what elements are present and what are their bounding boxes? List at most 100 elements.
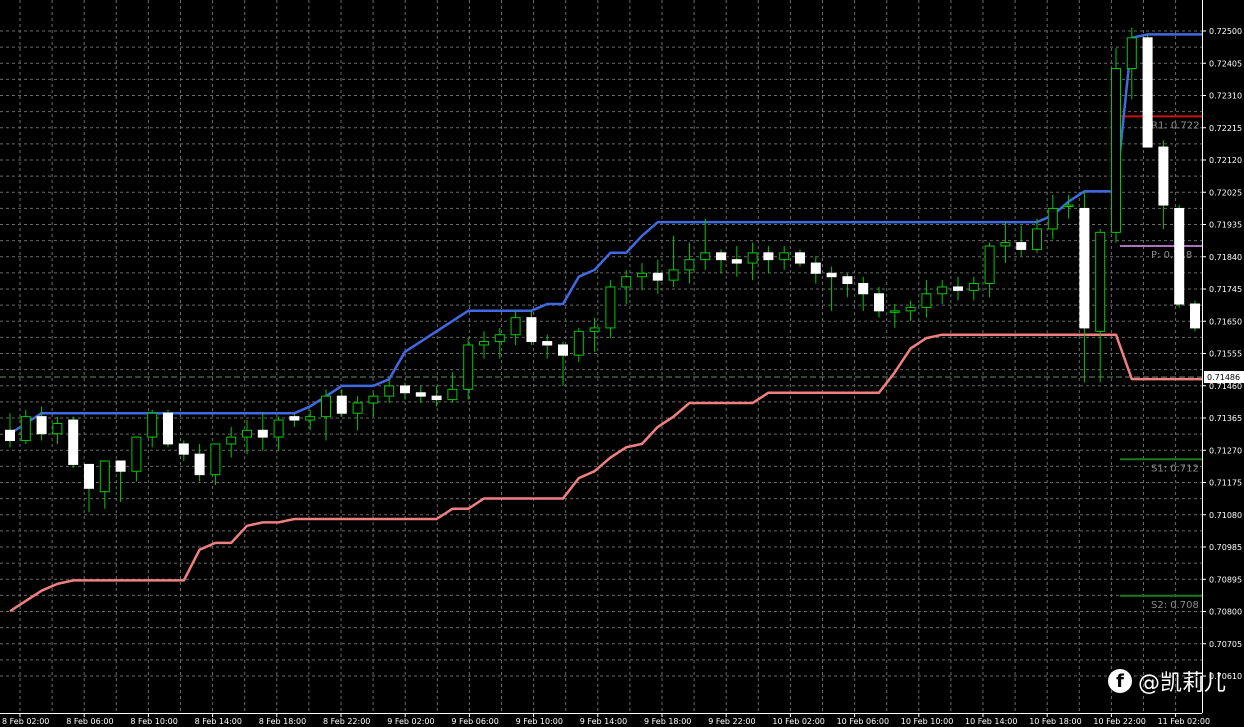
bearish-candle-body <box>415 392 426 397</box>
bullish-candle-body <box>1063 204 1074 208</box>
bearish-candle-body <box>874 293 884 312</box>
y-tick-label: 0.71840 <box>1209 253 1242 262</box>
bearish-candle-body <box>716 252 726 261</box>
candle <box>1142 34 1153 148</box>
x-tick-label: 11 Feb 02:00 <box>1158 717 1210 726</box>
x-tick-label: 9 Feb 14:00 <box>580 717 627 726</box>
bearish-candle-body <box>178 443 189 455</box>
y-tick-label: 0.71270 <box>1209 446 1242 455</box>
bearish-candle-body <box>558 344 568 356</box>
bullish-candle-body <box>147 412 158 438</box>
bearish-candle-body <box>858 283 869 295</box>
candle <box>1111 48 1121 243</box>
bullish-candle-body <box>684 259 695 271</box>
bearish-candle-body <box>431 395 442 401</box>
bullish-candle-body <box>447 388 458 401</box>
bullish-candle-body <box>1047 207 1058 230</box>
bearish-candle-body <box>542 341 553 346</box>
candle <box>1190 300 1200 332</box>
bearish-candle-body <box>336 395 347 414</box>
pivot-level-label: R1: 0.722 <box>1151 120 1200 131</box>
bearish-candle-body <box>1079 207 1090 329</box>
y-tick-label: 0.71460 <box>1209 382 1242 391</box>
bearish-candle-body <box>842 276 853 285</box>
bullish-candle-body <box>479 341 489 346</box>
candle <box>68 416 79 468</box>
bullish-candle-body <box>463 344 474 390</box>
bullish-candle-body <box>352 402 363 414</box>
bearish-candle-body <box>115 460 126 472</box>
price-axis-panel <box>1202 0 1244 727</box>
y-tick-label: 0.70985 <box>1209 543 1242 552</box>
facebook-icon: f <box>1107 669 1132 693</box>
bullish-candle-body <box>1126 37 1137 70</box>
y-tick-label: 0.71365 <box>1209 414 1242 423</box>
x-tick-label: 8 Feb 22:00 <box>323 717 370 726</box>
y-tick-label: 0.72310 <box>1209 92 1242 101</box>
x-tick-label: 8 Feb 02:00 <box>2 717 49 726</box>
y-tick-label: 0.72025 <box>1209 188 1242 197</box>
candle <box>163 409 173 448</box>
bullish-candle-body <box>747 252 758 264</box>
bearish-candle-body <box>84 463 94 489</box>
bullish-candle-body <box>621 276 632 288</box>
bullish-candle-body <box>573 330 584 356</box>
bullish-candle-body <box>494 334 505 343</box>
bullish-candle-body <box>937 286 948 295</box>
watermark-handle: @凯莉儿 <box>1137 671 1226 696</box>
bullish-candle-body <box>384 385 395 397</box>
bullish-candle-body <box>305 416 316 421</box>
bearish-candle-body <box>5 429 15 442</box>
bullish-candle-body <box>368 395 379 404</box>
x-tick-label: 10 Feb 18:00 <box>1029 717 1081 726</box>
x-tick-label: 10 Feb 22:00 <box>1093 717 1145 726</box>
bearish-candle-body <box>731 259 742 264</box>
candle <box>1174 205 1185 308</box>
bearish-candle-body <box>36 416 47 435</box>
bullish-candle-body <box>668 269 679 281</box>
y-tick-label: 0.71555 <box>1209 350 1242 359</box>
watermark: f @凯莉儿 <box>1107 665 1226 697</box>
bullish-candle-body <box>968 283 979 291</box>
bearish-candle-body <box>1016 242 1027 250</box>
bullish-candle-body <box>1111 68 1121 233</box>
bearish-candle-body <box>795 252 805 264</box>
x-tick-label: 10 Feb 14:00 <box>965 717 1017 726</box>
bullish-candle-body <box>226 436 237 445</box>
bullish-candle-body <box>242 429 252 438</box>
bullish-candle-body <box>889 310 900 313</box>
bullish-candle-body <box>99 460 110 493</box>
y-tick-label: 0.71080 <box>1209 511 1242 520</box>
x-tick-label: 8 Feb 06:00 <box>66 717 113 726</box>
bullish-candle-body <box>20 416 31 442</box>
bearish-candle-body <box>1190 303 1200 329</box>
x-tick-label: 8 Feb 10:00 <box>130 717 177 726</box>
bearish-candle-body <box>826 272 837 278</box>
pivot-level-label: S1: 0.712 <box>1151 463 1199 474</box>
bullish-candle-body <box>1032 228 1042 250</box>
bearish-candle-body <box>652 272 663 281</box>
pivot-level-label: P: 0.718 <box>1151 250 1192 261</box>
forex-candlestick-chart[interactable]: R1: 0.722 P: 0.718 S1: 0.712 S2: 0.708 0.72… <box>0 0 1244 727</box>
bullish-candle-body <box>210 443 221 476</box>
bullish-candle-body <box>984 245 995 285</box>
y-tick-label: 0.70705 <box>1209 640 1242 649</box>
bullish-candle-body <box>921 293 932 308</box>
bearish-candle-body <box>289 416 300 421</box>
bullish-candle-body <box>131 436 142 472</box>
y-tick-label: 0.72120 <box>1209 156 1242 165</box>
current-price-label: 0.71486 <box>1207 373 1240 382</box>
y-tick-label: 0.72405 <box>1209 59 1242 68</box>
bullish-candle-body <box>700 252 711 261</box>
y-tick-label: 0.71935 <box>1209 221 1242 230</box>
y-tick-label: 0.71745 <box>1209 285 1242 294</box>
bullish-candle-body <box>1095 231 1106 332</box>
x-tick-label: 8 Feb 14:00 <box>195 717 242 726</box>
bearish-candle-body <box>953 286 963 291</box>
x-tick-label: 8 Feb 18:00 <box>259 717 306 726</box>
y-tick-label: 0.71650 <box>1209 317 1242 326</box>
bearish-candle-body <box>1158 146 1169 206</box>
bearish-candle-body <box>526 317 537 343</box>
x-tick-label: 9 Feb 02:00 <box>387 717 434 726</box>
bearish-candle-body <box>257 429 268 438</box>
